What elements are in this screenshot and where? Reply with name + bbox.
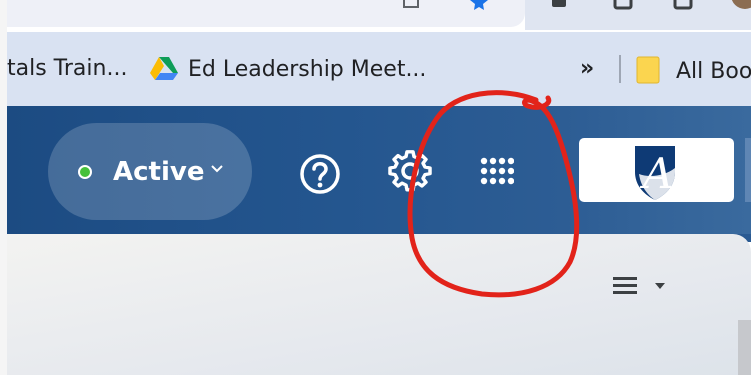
help-icon[interactable]	[298, 152, 342, 196]
share-icon[interactable]	[401, 0, 421, 10]
shield-logo-icon: A	[635, 146, 675, 200]
chevron-double-right-icon: »	[580, 56, 595, 81]
bookmark-label: Ed Leadership Meet...	[188, 57, 427, 82]
chevron-down-icon	[211, 165, 223, 173]
side-panel-icon[interactable]	[673, 0, 693, 10]
address-bar[interactable]	[7, 0, 525, 27]
download-icon[interactable]	[613, 0, 633, 10]
google-drive-icon	[150, 57, 178, 80]
main-content	[7, 234, 751, 375]
screenshot-frame: tals Train... Ed Leadership Meet... » Al…	[0, 0, 751, 375]
apps-grid-icon[interactable]	[478, 155, 514, 191]
bookmark-star-icon[interactable]	[469, 0, 489, 10]
organization-logo[interactable]: A	[579, 138, 734, 202]
bookmarks-bar: tals Train... Ed Leadership Meet... » Al…	[7, 32, 751, 106]
menu-lines-icon[interactable]	[613, 276, 675, 296]
all-bookmarks-button[interactable]: All Boo	[636, 56, 751, 85]
status-label: Active	[113, 157, 205, 187]
bookmark-item[interactable]: tals Train...	[7, 56, 127, 82]
status-selector[interactable]: Active	[48, 123, 252, 220]
window-edge	[0, 0, 7, 375]
bookmarks-divider	[619, 55, 621, 83]
scrollbar[interactable]	[738, 320, 751, 375]
folder-icon	[636, 56, 660, 84]
bookmark-label: tals Train...	[7, 56, 128, 81]
logo-letter: A	[639, 149, 673, 198]
header-edge	[745, 138, 751, 202]
bookmark-label: All Boo	[676, 59, 751, 84]
extensions-icon[interactable]	[549, 0, 569, 10]
app-header: Active A	[7, 106, 751, 234]
gear-icon[interactable]	[388, 150, 432, 194]
bookmark-item[interactable]: Ed Leadership Meet...	[150, 56, 426, 83]
more-bookmarks-button[interactable]: »	[580, 56, 594, 82]
avatar[interactable]	[729, 0, 751, 10]
status-dot-icon	[78, 165, 92, 179]
